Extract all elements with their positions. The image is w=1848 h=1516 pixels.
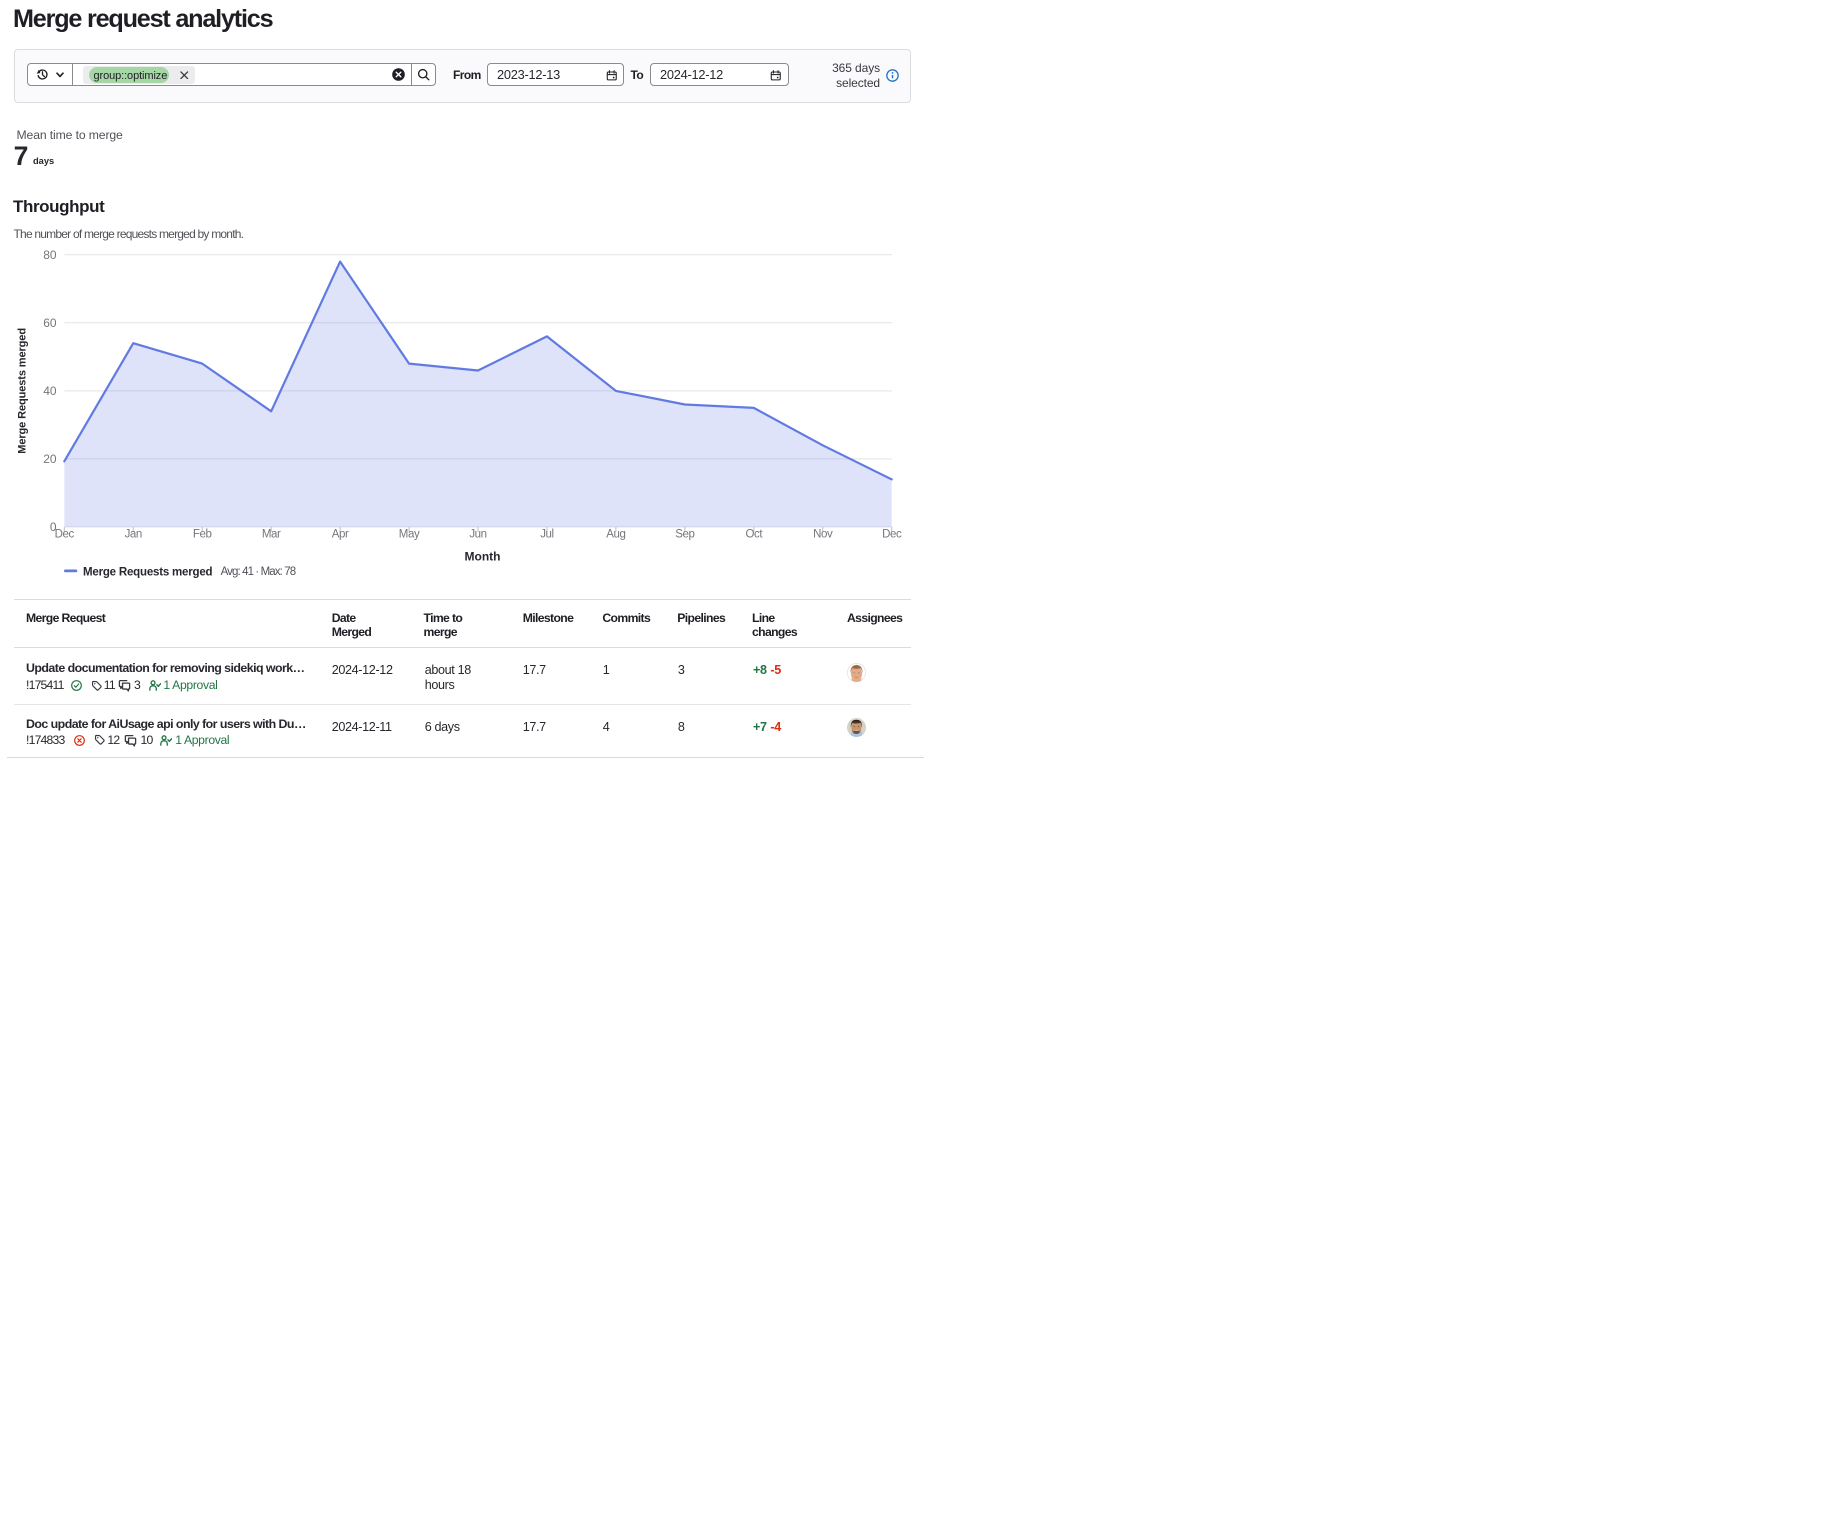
svg-text:Dec: Dec — [55, 528, 75, 540]
svg-text:80: 80 — [43, 248, 57, 262]
svg-text:Dec: Dec — [882, 528, 902, 540]
svg-text:60: 60 — [43, 316, 57, 330]
svg-text:May: May — [399, 528, 420, 540]
svg-text:Oct: Oct — [745, 528, 763, 540]
svg-text:Month: Month — [465, 550, 501, 564]
svg-text:20: 20 — [43, 452, 57, 466]
svg-text:Sep: Sep — [675, 528, 694, 540]
svg-text:Apr: Apr — [332, 528, 349, 540]
svg-text:Jan: Jan — [125, 528, 142, 540]
svg-text:Mar: Mar — [262, 528, 281, 540]
svg-text:Jun: Jun — [469, 528, 486, 540]
svg-text:Feb: Feb — [193, 528, 212, 540]
svg-text:Merge Requests merged: Merge Requests merged — [17, 328, 29, 454]
svg-text:40: 40 — [43, 384, 57, 398]
svg-text:Aug: Aug — [606, 528, 625, 540]
svg-text:Avg: 41 · Max: 78: Avg: 41 · Max: 78 — [221, 566, 296, 578]
svg-text:Merge Requests merged: Merge Requests merged — [83, 566, 213, 578]
svg-text:Jul: Jul — [540, 528, 554, 540]
svg-text:Nov: Nov — [813, 528, 833, 540]
